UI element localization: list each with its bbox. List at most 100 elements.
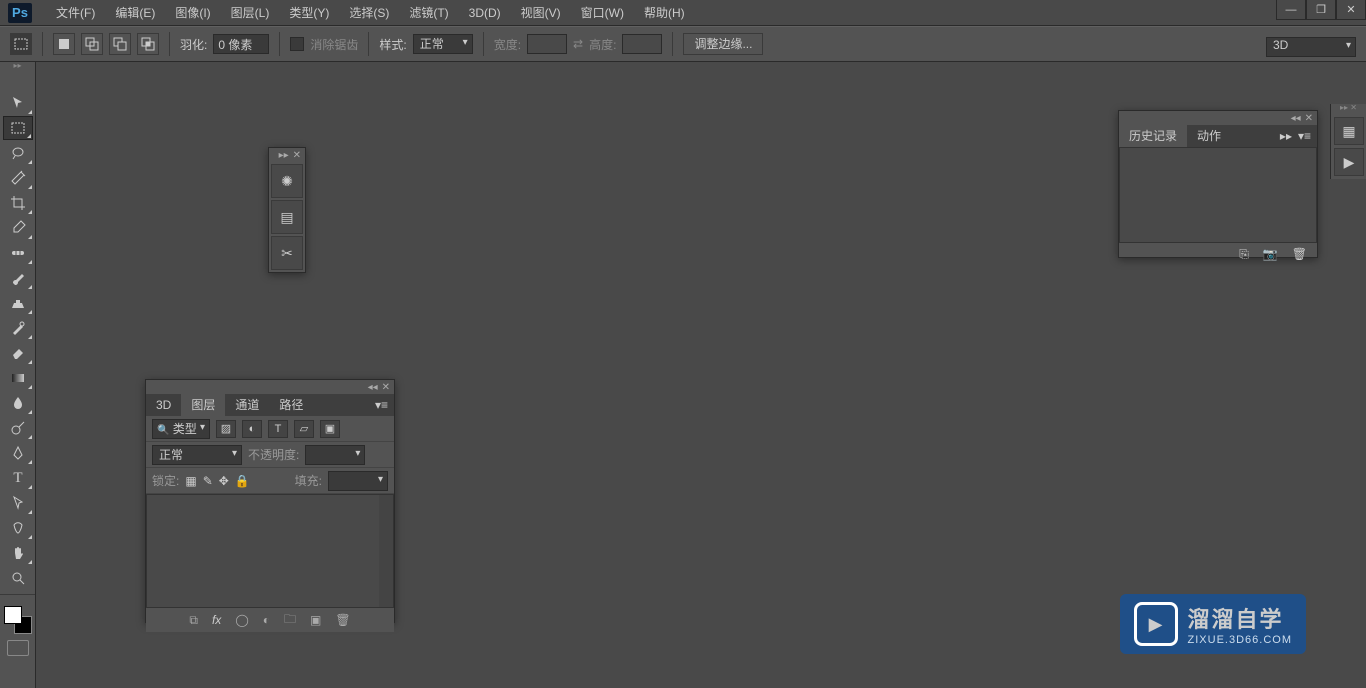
tab-layers[interactable]: 图层 bbox=[181, 394, 225, 416]
zoom-tool[interactable] bbox=[3, 566, 33, 590]
adjustment-layer-icon[interactable]: ◐ bbox=[263, 613, 270, 627]
opacity-input[interactable] bbox=[305, 445, 365, 465]
panel-expand-icon[interactable]: ▸▸ bbox=[1280, 129, 1292, 143]
history-list bbox=[1119, 147, 1317, 243]
panel-collapse-icon[interactable]: ▸▸ bbox=[279, 150, 289, 161]
type-tool[interactable]: T bbox=[3, 466, 33, 490]
filter-smart-icon[interactable]: ▣ bbox=[320, 420, 340, 438]
feather-label: 羽化: bbox=[180, 36, 207, 53]
layer-mask-icon[interactable]: ◯ bbox=[235, 613, 248, 627]
menu-filter[interactable]: 滤镜(T) bbox=[399, 0, 458, 26]
new-layer-icon[interactable]: ▣ bbox=[310, 613, 321, 627]
panel-collapse-icon[interactable]: ◂◂ bbox=[368, 382, 378, 393]
filter-type-icon[interactable]: T bbox=[268, 420, 288, 438]
dock-play-icon[interactable]: ▶ bbox=[1334, 148, 1364, 176]
brush-tool[interactable] bbox=[3, 266, 33, 290]
menu-image[interactable]: 图像(I) bbox=[165, 0, 220, 26]
swap-wh-icon[interactable]: ⇄ bbox=[573, 37, 583, 51]
eraser-tool[interactable] bbox=[3, 341, 33, 365]
feather-input[interactable] bbox=[213, 34, 269, 54]
magic-wand-tool[interactable] bbox=[3, 166, 33, 190]
height-label: 高度: bbox=[589, 36, 616, 53]
hand-tool[interactable] bbox=[3, 541, 33, 565]
color-swatches[interactable] bbox=[4, 606, 32, 634]
filter-shape-icon[interactable]: ▱ bbox=[294, 420, 314, 438]
history-brush-tool[interactable] bbox=[3, 316, 33, 340]
marquee-tool[interactable] bbox=[3, 116, 33, 140]
watermark-url: ZIXUE.3D66.COM bbox=[1188, 634, 1292, 646]
panel-close-icon[interactable]: ✕ bbox=[382, 382, 390, 393]
window-close-button[interactable]: ✕ bbox=[1336, 0, 1366, 20]
lock-all-icon[interactable]: 🔒 bbox=[235, 474, 250, 488]
menu-window[interactable]: 窗口(W) bbox=[571, 0, 634, 26]
gradient-tool[interactable] bbox=[3, 366, 33, 390]
eyedropper-tool[interactable] bbox=[3, 216, 33, 240]
window-minimize-button[interactable]: — bbox=[1276, 0, 1306, 20]
filter-pixel-icon[interactable]: ▨ bbox=[216, 420, 236, 438]
3d-properties-icon[interactable]: ✂ bbox=[271, 236, 303, 270]
menu-edit[interactable]: 编辑(E) bbox=[105, 0, 165, 26]
selection-intersect-icon[interactable] bbox=[137, 33, 159, 55]
quick-mask-toggle[interactable] bbox=[7, 640, 29, 656]
tab-paths[interactable]: 路径 bbox=[269, 394, 313, 416]
path-selection-tool[interactable] bbox=[3, 491, 33, 515]
menu-type[interactable]: 类型(Y) bbox=[279, 0, 339, 26]
dodge-tool[interactable] bbox=[3, 416, 33, 440]
antialias-checkbox[interactable] bbox=[290, 37, 304, 51]
crop-tool[interactable] bbox=[3, 191, 33, 215]
menu-help[interactable]: 帮助(H) bbox=[634, 0, 695, 26]
dock-collapse-handle[interactable]: ▸▸ ✕ bbox=[1331, 104, 1366, 114]
new-document-from-state-icon[interactable]: ⎘ bbox=[1239, 247, 1249, 262]
watermark-title: 溜溜自学 bbox=[1188, 602, 1292, 634]
menu-3d[interactable]: 3D(D) bbox=[459, 0, 511, 26]
lock-position-icon[interactable]: ✥ bbox=[219, 474, 229, 488]
panel-close-icon[interactable]: ✕ bbox=[293, 150, 301, 161]
delete-layer-icon[interactable]: 🗑 bbox=[335, 613, 350, 627]
current-tool-icon[interactable] bbox=[10, 33, 32, 55]
lock-pixels-icon[interactable]: ✎ bbox=[203, 474, 213, 488]
panel-menu-icon[interactable]: ▾≡ bbox=[369, 398, 394, 412]
clone-stamp-tool[interactable] bbox=[3, 291, 33, 315]
fill-input[interactable] bbox=[328, 471, 388, 491]
selection-subtract-icon[interactable] bbox=[109, 33, 131, 55]
tab-3d[interactable]: 3D bbox=[146, 394, 181, 416]
dock-swatches-icon[interactable]: ▦ bbox=[1334, 117, 1364, 145]
tab-channels[interactable]: 通道 bbox=[225, 394, 269, 416]
selection-add-icon[interactable] bbox=[81, 33, 103, 55]
layer-fx-icon[interactable]: fx bbox=[212, 613, 221, 627]
healing-brush-tool[interactable] bbox=[3, 241, 33, 265]
refine-edge-button[interactable]: 调整边缘... bbox=[683, 33, 763, 55]
panel-menu-icon[interactable]: ▾≡ bbox=[1298, 129, 1311, 143]
3d-light-icon[interactable]: ✺ bbox=[271, 164, 303, 198]
lock-transparency-icon[interactable]: ▦ bbox=[185, 474, 196, 488]
layer-group-icon[interactable]: 🗀 bbox=[284, 610, 296, 631]
tab-actions[interactable]: 动作 bbox=[1187, 125, 1231, 147]
selection-new-icon[interactable] bbox=[53, 33, 75, 55]
layer-filter-type[interactable]: 🔍 类型 bbox=[152, 419, 210, 439]
filter-adjustment-icon[interactable]: ◐ bbox=[242, 420, 262, 438]
link-layers-icon[interactable]: ⧉ bbox=[189, 613, 198, 628]
width-input bbox=[527, 34, 567, 54]
menu-select[interactable]: 选择(S) bbox=[339, 0, 399, 26]
blend-mode-select[interactable]: 正常 bbox=[152, 445, 242, 465]
tab-history[interactable]: 历史记录 bbox=[1119, 125, 1187, 147]
new-snapshot-icon[interactable]: 📷 bbox=[1263, 247, 1278, 261]
fill-label: 填充: bbox=[295, 472, 322, 489]
style-select[interactable]: 正常 bbox=[413, 34, 473, 54]
lasso-tool[interactable] bbox=[3, 141, 33, 165]
toolbox-collapse-handle[interactable]: ▸▸ bbox=[0, 62, 35, 72]
blur-tool[interactable] bbox=[3, 391, 33, 415]
menu-file[interactable]: 文件(F) bbox=[46, 0, 105, 26]
window-restore-button[interactable]: ❐ bbox=[1306, 0, 1336, 20]
move-tool[interactable] bbox=[3, 91, 33, 115]
panel-close-icon[interactable]: ✕ bbox=[1305, 113, 1313, 124]
pen-tool[interactable] bbox=[3, 441, 33, 465]
menu-view[interactable]: 视图(V) bbox=[511, 0, 571, 26]
menu-layer[interactable]: 图层(L) bbox=[221, 0, 280, 26]
workspace-select[interactable]: 3D bbox=[1266, 37, 1356, 57]
panel-collapse-icon[interactable]: ◂◂ bbox=[1291, 113, 1301, 124]
scrollbar[interactable] bbox=[379, 495, 393, 607]
delete-state-icon[interactable]: 🗑 bbox=[1292, 247, 1307, 261]
3d-scene-icon[interactable]: ▤ bbox=[271, 200, 303, 234]
shape-tool[interactable] bbox=[3, 516, 33, 540]
